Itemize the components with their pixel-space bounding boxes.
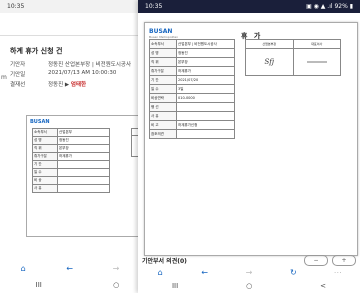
form-value: 산업본부 | 비전원도시공사: [176, 39, 235, 49]
system-nav-bar: III ○ <: [138, 280, 360, 292]
logo: BUSAN: [30, 119, 50, 125]
form-label: 사 유: [32, 184, 58, 193]
form-value: 하계휴가: [57, 152, 110, 161]
form-value: [57, 176, 110, 185]
form-table: 소속부서 산업본부 | 비전원도시공사 성 명 정동진 직 위 본부장 휴가구분 하계휴…: [149, 39, 235, 139]
form-label: 휴가구분: [149, 66, 177, 76]
form-label: 참조의견: [149, 129, 177, 139]
form-value: [57, 168, 110, 177]
back-arrow-icon[interactable]: ←: [197, 268, 213, 278]
form-label: 비 고: [149, 120, 177, 130]
zoom-out-button[interactable]: −: [304, 255, 328, 266]
status-time: 10:35: [145, 3, 163, 10]
home-icon[interactable]: ⌂: [15, 263, 31, 273]
foreground-phone-screen: 10:35 ▣ ◉ ▲ .ıl 92% ▮ BUSAN Busan Metrop…: [138, 0, 360, 293]
side-mark: m: [1, 74, 7, 81]
status-icons: ▣ ◉ ▲ .ıl 92% ▮: [306, 3, 353, 10]
form-value: 정동진: [176, 48, 235, 58]
form-label: 행 선: [149, 102, 177, 112]
form-label: 성 명: [32, 136, 58, 145]
form-label: 직 위: [32, 144, 58, 153]
meta-value: 정동진 ▶ 엄태한: [48, 80, 86, 88]
more-icon[interactable]: ⋯: [330, 268, 346, 278]
status-bar: 10:35 ▣ ◉ ▲ .ıl 92% ▮: [138, 0, 360, 13]
zoom-in-button[interactable]: +: [332, 255, 356, 266]
form-value: 정동진: [57, 136, 110, 145]
forward-arrow-icon[interactable]: →: [108, 263, 124, 273]
signature: Sfj: [264, 58, 275, 66]
sign-header: 대표이사: [292, 39, 341, 49]
form-value: 하계휴가: [176, 66, 235, 76]
home-icon[interactable]: ⌂: [152, 268, 168, 278]
back-button[interactable]: <: [320, 282, 326, 290]
approval-line-from: 정동진 ▶: [48, 82, 71, 88]
document-page: BUSAN Busan Metropolitan 휴 가 소속부서 산업본부 | …: [144, 22, 358, 256]
form-label: 휴가구분: [32, 152, 58, 161]
home-button[interactable]: ○: [113, 281, 119, 289]
form-label: 소속부서: [32, 128, 58, 137]
form-value: [176, 129, 235, 139]
form-value: 3일: [176, 84, 235, 94]
form-label: 비 상: [32, 176, 58, 185]
form-label: 직 위: [149, 57, 177, 67]
form-table: 소속부서 산업본부 성 명 정동진 직 위 본부장 휴가구분 하계휴가 기 간 일 수 …: [32, 128, 110, 193]
form-value: [57, 184, 110, 193]
logo: BUSAN Busan Metropolitan: [149, 28, 178, 39]
form-value: 본부장: [57, 144, 110, 153]
sign-cell: [292, 48, 341, 76]
meta-key: 기안자: [10, 62, 26, 68]
form-value: 2021/07/20: [176, 75, 235, 85]
zoom-controls: − +: [304, 255, 356, 266]
meta-value: 정동진 산업본부장 | 비전원도시공사: [48, 62, 131, 68]
reload-icon[interactable]: ↻: [285, 268, 301, 278]
sign-placeholder: [306, 61, 327, 63]
logo-text: BUSAN: [149, 28, 173, 35]
recents-button[interactable]: III: [36, 281, 42, 289]
meta-value: 2021/07/13 AM 10:00:30: [48, 70, 117, 76]
sign-header: 산업본부장: [245, 39, 294, 49]
form-value: 하계휴가신청: [176, 120, 235, 130]
browser-nav-bar: ⌂ ← → ↻ ⋯: [138, 266, 360, 279]
form-value: [57, 160, 110, 169]
home-button[interactable]: ○: [246, 282, 252, 290]
form-label: 비상연락: [149, 93, 177, 103]
form-label: 소속부서: [149, 39, 177, 49]
approval-line-highlight[interactable]: 엄태한: [71, 82, 86, 88]
forward-arrow-icon[interactable]: →: [241, 268, 257, 278]
form-label: 기 간: [149, 75, 177, 85]
form-label: 기 간: [32, 160, 58, 169]
form-value: [176, 102, 235, 112]
form-label: 성 명: [149, 48, 177, 58]
form-value: 010-0000: [176, 93, 235, 103]
meta-key: 결재선: [10, 82, 26, 88]
form-value: 산업본부: [57, 128, 110, 137]
opinion-label[interactable]: 기안부서 의견(0): [142, 256, 187, 265]
recents-button[interactable]: III: [172, 282, 178, 290]
back-arrow-icon[interactable]: ←: [62, 263, 78, 273]
form-label: 일 수: [149, 84, 177, 94]
status-time: 10:35: [7, 3, 25, 10]
meta-key: 기안일: [10, 72, 26, 78]
form-label: 일 수: [32, 168, 58, 177]
form-value: 본부장: [176, 57, 235, 67]
form-value: [176, 111, 235, 121]
form-label: 사 유: [149, 111, 177, 121]
sign-cell: Sfj: [245, 48, 294, 76]
sign-table: 산업본부장 대표이사 Sfj: [245, 39, 341, 76]
